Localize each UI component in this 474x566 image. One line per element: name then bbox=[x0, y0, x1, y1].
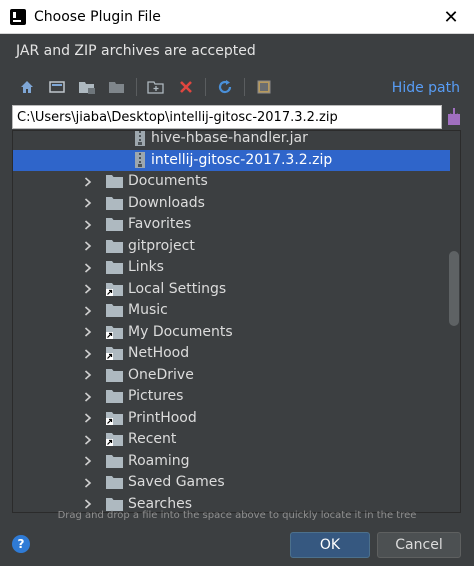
path-input[interactable] bbox=[12, 105, 442, 129]
file-chooser-toolbar: Hide path bbox=[14, 76, 460, 100]
folder-icon bbox=[106, 475, 123, 489]
tree-scrollbar[interactable] bbox=[449, 251, 459, 326]
tree-row[interactable]: Downloads bbox=[13, 193, 450, 214]
folder-icon bbox=[106, 454, 123, 468]
home-icon[interactable] bbox=[16, 76, 38, 98]
new-folder-icon[interactable] bbox=[145, 76, 167, 98]
tree-row[interactable]: My Documents bbox=[13, 322, 450, 343]
folder-icon bbox=[106, 368, 123, 382]
tree-row-label: Saved Games bbox=[128, 474, 225, 490]
tree-row-label: Roaming bbox=[128, 452, 190, 469]
tree-row[interactable]: Saved Games bbox=[13, 472, 450, 493]
tree-row[interactable]: gitproject bbox=[13, 236, 450, 257]
tree-row[interactable]: OneDrive bbox=[13, 365, 450, 386]
folder-icon bbox=[106, 303, 123, 317]
folder-icon bbox=[106, 196, 123, 210]
cancel-button[interactable]: Cancel bbox=[377, 532, 461, 558]
chevron-right-icon[interactable] bbox=[83, 171, 93, 192]
tree-row-label: Links bbox=[128, 259, 164, 275]
folder-shortcut-icon bbox=[106, 346, 123, 360]
window-title: Choose Plugin File bbox=[34, 9, 161, 25]
jar-archive-icon bbox=[133, 131, 150, 146]
tree-row-label: OneDrive bbox=[128, 366, 194, 383]
toolbar-separator bbox=[205, 78, 206, 96]
tree-row-label: My Documents bbox=[128, 323, 233, 340]
close-button[interactable]: ✕ bbox=[428, 0, 474, 34]
tree-row[interactable]: hive-hbase-handler.jar bbox=[13, 130, 450, 149]
module-folder-icon[interactable] bbox=[106, 76, 128, 98]
tree-row[interactable]: Documents bbox=[13, 171, 450, 192]
chevron-right-icon[interactable] bbox=[83, 408, 93, 429]
folder-icon bbox=[106, 239, 123, 253]
chevron-right-icon[interactable] bbox=[83, 214, 93, 235]
tree-row-label: Local Settings bbox=[128, 280, 227, 297]
toolbar-separator bbox=[136, 78, 137, 96]
chevron-right-icon[interactable] bbox=[83, 386, 93, 407]
chevron-right-icon[interactable] bbox=[83, 236, 93, 257]
chevron-right-icon[interactable] bbox=[83, 257, 93, 278]
tree-row[interactable]: NetHood bbox=[13, 343, 450, 364]
tree-row[interactable]: intellij-gitosc-2017.3.2.zip bbox=[13, 149, 450, 171]
chevron-right-icon[interactable] bbox=[83, 343, 93, 364]
delete-icon[interactable] bbox=[175, 76, 197, 98]
hide-path-link[interactable]: Hide path bbox=[392, 78, 460, 98]
help-button[interactable]: ? bbox=[12, 535, 30, 553]
dialog-description: JAR and ZIP archives are accepted bbox=[16, 43, 256, 59]
tree-row-label: NetHood bbox=[128, 345, 190, 361]
zip-archive-icon bbox=[133, 151, 150, 168]
folder-icon bbox=[106, 389, 123, 403]
tree-row-label: Downloads bbox=[128, 194, 205, 211]
tree-row-label: Music bbox=[128, 302, 168, 318]
path-row bbox=[12, 105, 462, 129]
folder-shortcut-icon bbox=[106, 411, 123, 425]
chevron-right-icon[interactable] bbox=[83, 193, 93, 214]
folder-shortcut-icon bbox=[106, 432, 123, 446]
tree-row-label: PrintHood bbox=[128, 409, 197, 426]
folder-icon bbox=[106, 260, 123, 274]
title-bar: Choose Plugin File ✕ bbox=[0, 0, 474, 34]
tree-row[interactable]: PrintHood bbox=[13, 408, 450, 429]
chevron-right-icon[interactable] bbox=[83, 365, 93, 386]
tree-row[interactable]: Music bbox=[13, 300, 450, 321]
chevron-right-icon[interactable] bbox=[83, 279, 93, 300]
tree-row-label: Documents bbox=[128, 173, 208, 189]
chevron-right-icon[interactable] bbox=[83, 451, 93, 472]
choose-plugin-file-dialog: Choose Plugin File ✕ JAR and ZIP archive… bbox=[0, 0, 474, 566]
tree-row-label: Recent bbox=[128, 431, 177, 447]
tree-row-label: Pictures bbox=[128, 388, 184, 404]
desktop-icon[interactable] bbox=[46, 76, 68, 98]
tree-row-label: hive-hbase-handler.jar bbox=[151, 130, 308, 146]
tree-row[interactable]: Pictures bbox=[13, 386, 450, 407]
toolbar-separator bbox=[244, 78, 245, 96]
tree-row[interactable]: Recent bbox=[13, 429, 450, 450]
tree-row[interactable]: Roaming bbox=[13, 451, 450, 472]
project-folder-icon[interactable] bbox=[76, 76, 98, 98]
folder-icon bbox=[106, 497, 123, 511]
tree-row[interactable]: Local Settings bbox=[13, 279, 450, 300]
tree-row-label: Favorites bbox=[128, 216, 192, 232]
path-history-icon[interactable] bbox=[446, 107, 462, 127]
refresh-icon[interactable] bbox=[214, 76, 236, 98]
tree-row[interactable]: Favorites bbox=[13, 214, 450, 235]
folder-shortcut-icon bbox=[106, 282, 123, 296]
intellij-app-icon bbox=[10, 9, 26, 25]
tree-row[interactable]: Links bbox=[13, 257, 450, 278]
ok-button[interactable]: OK bbox=[290, 532, 370, 558]
folder-icon bbox=[106, 174, 123, 188]
chevron-right-icon[interactable] bbox=[83, 322, 93, 343]
tree-row-label: gitproject bbox=[128, 237, 195, 254]
show-hidden-icon[interactable] bbox=[253, 76, 275, 98]
chevron-right-icon[interactable] bbox=[83, 429, 93, 450]
folder-shortcut-icon bbox=[106, 325, 123, 339]
drag-drop-hint: Drag and drop a file into the space abov… bbox=[57, 510, 417, 521]
file-tree[interactable]: Searches Saved Games Roaming Recent PrintHoo… bbox=[12, 130, 461, 513]
tree-row-label: intellij-gitosc-2017.3.2.zip bbox=[151, 151, 333, 168]
folder-icon bbox=[106, 217, 123, 231]
chevron-right-icon[interactable] bbox=[83, 300, 93, 321]
chevron-right-icon[interactable] bbox=[83, 472, 93, 493]
